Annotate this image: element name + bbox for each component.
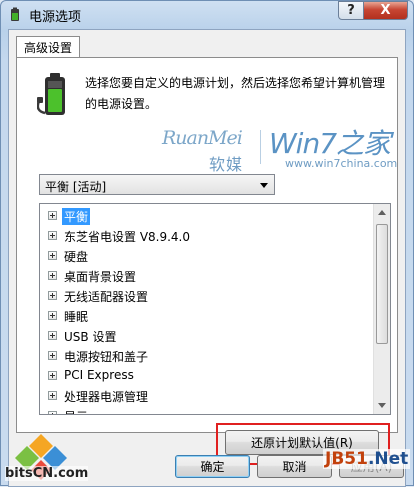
help-button[interactable]: ? bbox=[338, 1, 364, 20]
chevron-down-icon bbox=[260, 183, 268, 188]
tree-item-label: 显示 bbox=[64, 408, 88, 414]
expand-icon[interactable] bbox=[48, 411, 57, 414]
help-icon: ? bbox=[347, 3, 355, 18]
close-icon: X bbox=[380, 3, 391, 18]
tree-item-label: USB 设置 bbox=[64, 330, 117, 344]
tree-item-label: 睡眠 bbox=[64, 310, 89, 324]
expand-icon[interactable] bbox=[48, 391, 57, 400]
expand-icon[interactable] bbox=[48, 271, 57, 280]
tree-item-balanced[interactable]: 平衡 bbox=[40, 206, 370, 226]
power-options-window: 电源选项 ? X 高级设置 选择您要自定义的电源计划，然后选择您希望计算机管理的… bbox=[0, 0, 414, 487]
tree-scrollbar[interactable] bbox=[373, 204, 390, 414]
scroll-up-icon[interactable] bbox=[374, 204, 390, 221]
power-plan-select-value: 平衡 [活动] bbox=[45, 180, 107, 194]
tree-item-sleep[interactable]: 睡眠 bbox=[40, 306, 370, 326]
expand-icon[interactable] bbox=[48, 211, 57, 220]
description-text: 选择您要自定义的电源计划，然后选择您希望计算机管理的电源设置。 bbox=[85, 76, 386, 111]
settings-tree[interactable]: 平衡 东芝省电设置 V8.9.4.0 硬盘 桌面背景设置 无线适配器设置 睡眠 … bbox=[39, 203, 391, 415]
expand-icon[interactable] bbox=[48, 351, 57, 360]
logo-divider bbox=[260, 130, 261, 164]
tree-item-label: 桌面背景设置 bbox=[64, 270, 137, 284]
bitscn-watermark-text: bitsCN.com bbox=[5, 466, 89, 481]
tree-item-label: 处理器电源管理 bbox=[64, 390, 149, 404]
expand-icon[interactable] bbox=[48, 291, 57, 300]
battery-icon bbox=[11, 7, 19, 21]
win7-logo-url: www.win7china.com bbox=[285, 157, 398, 170]
jb51-watermark: JB51.Net bbox=[323, 449, 411, 469]
tree-item-toshiba[interactable]: 东芝省电设置 V8.9.4.0 bbox=[40, 226, 370, 246]
tree-item-power-buttons[interactable]: 电源按钮和盖子 bbox=[40, 346, 370, 366]
tree-item-label: 电源按钮和盖子 bbox=[64, 350, 149, 364]
expand-icon[interactable] bbox=[48, 231, 57, 240]
expand-icon[interactable] bbox=[48, 311, 57, 320]
tree-item-desktop-background[interactable]: 桌面背景设置 bbox=[40, 266, 370, 286]
ruanmei-logo-cn: 软媒 bbox=[209, 155, 244, 174]
scroll-thumb[interactable] bbox=[376, 224, 388, 344]
tree-item-pci-express[interactable]: PCI Express bbox=[40, 366, 370, 386]
tree-item-wireless-adapter[interactable]: 无线适配器设置 bbox=[40, 286, 370, 306]
win7-logo: Win7之家 bbox=[269, 127, 391, 160]
expand-icon[interactable] bbox=[48, 251, 57, 260]
tree-item-label: 无线适配器设置 bbox=[64, 290, 149, 304]
tree-item-label: PCI Express bbox=[64, 368, 134, 382]
expand-icon[interactable] bbox=[48, 371, 57, 380]
advanced-settings-panel: 选择您要自定义的电源计划，然后选择您希望计算机管理的电源设置。 RuanMei … bbox=[16, 57, 398, 465]
expand-icon[interactable] bbox=[48, 331, 57, 340]
dialog-client-area: 高级设置 选择您要自定义的电源计划，然后选择您希望计算机管理的电源设置。 Rua… bbox=[8, 29, 406, 487]
jb51-watermark-a: JB51 bbox=[325, 449, 368, 469]
title-bar[interactable]: 电源选项 ? X bbox=[1, 1, 413, 29]
cancel-button[interactable]: 取消 bbox=[257, 455, 332, 478]
power-plan-select[interactable]: 平衡 [活动] bbox=[39, 174, 275, 195]
tree-item-processor[interactable]: 处理器电源管理 bbox=[40, 386, 370, 406]
scroll-down-icon[interactable] bbox=[374, 397, 390, 414]
close-button[interactable]: X bbox=[363, 1, 408, 20]
window-title: 电源选项 bbox=[29, 10, 82, 25]
tab-advanced-settings[interactable]: 高级设置 bbox=[16, 36, 80, 58]
jb51-watermark-b: .Net bbox=[367, 449, 409, 469]
tree-item-display[interactable]: 显示 bbox=[40, 406, 370, 414]
tree-item-hard-disk[interactable]: 硬盘 bbox=[40, 246, 370, 266]
ruanmei-logo: RuanMei bbox=[162, 127, 243, 149]
tree-item-label: 平衡 bbox=[62, 208, 91, 225]
tree-item-usb[interactable]: USB 设置 bbox=[40, 326, 370, 346]
battery-plug-icon bbox=[37, 73, 65, 115]
tree-item-label: 东芝省电设置 V8.9.4.0 bbox=[64, 230, 191, 244]
ok-button[interactable]: 确定 bbox=[175, 455, 250, 478]
tree-item-label: 硬盘 bbox=[64, 250, 89, 264]
